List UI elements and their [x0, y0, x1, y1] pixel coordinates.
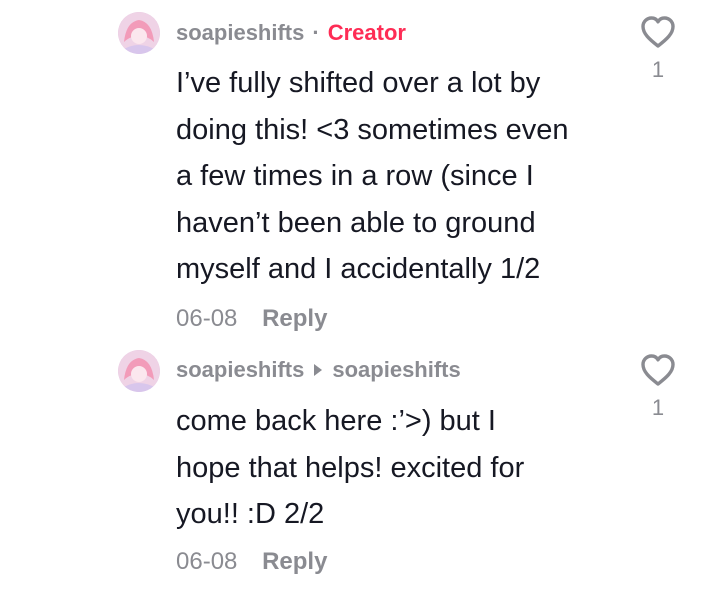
- reply-button[interactable]: Reply: [262, 548, 327, 575]
- comment-header: soapieshifts soapieshifts: [176, 357, 461, 383]
- reply-to-username[interactable]: soapieshifts: [332, 357, 460, 383]
- comment-header: soapieshifts · Creator: [176, 20, 406, 46]
- comment-meta: 06-08 Reply: [176, 305, 327, 333]
- comment-date: 06-08: [176, 548, 238, 575]
- comment-meta: 06-08 Reply: [176, 548, 327, 576]
- like-count: 1: [651, 57, 665, 82]
- creator-badge: Creator: [327, 20, 406, 45]
- like-count: 1: [651, 395, 665, 420]
- heart-outline-icon: [639, 354, 677, 392]
- like-button[interactable]: 1: [636, 14, 680, 83]
- avatar[interactable]: [118, 350, 160, 392]
- username[interactable]: soapieshifts: [176, 357, 304, 383]
- reply-arrow-icon: [314, 364, 323, 376]
- like-button[interactable]: 1: [636, 352, 680, 421]
- username[interactable]: soapieshifts: [176, 20, 304, 46]
- comment-date: 06-08: [176, 305, 238, 332]
- reply-button[interactable]: Reply: [262, 305, 327, 332]
- comment-text: come back here :’>) but I hope that help…: [176, 405, 525, 530]
- avatar[interactable]: [118, 12, 160, 54]
- heart-outline-icon: [639, 16, 677, 54]
- separator-dot: ·: [312, 20, 320, 45]
- comment-text: I’ve fully shifted over a lot by doing t…: [176, 67, 569, 285]
